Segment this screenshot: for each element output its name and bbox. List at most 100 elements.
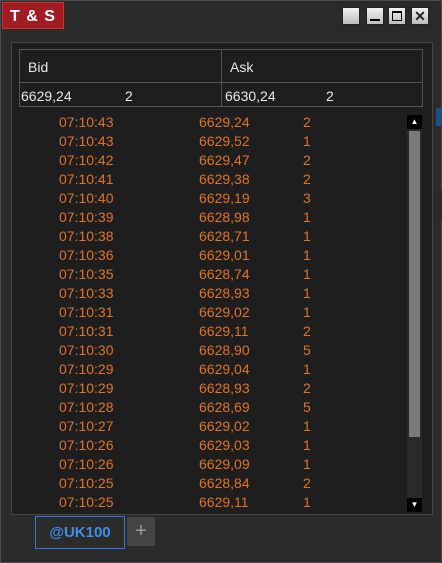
trade-size: 1 [303,494,311,510]
trade-price: 6629,11 [199,494,249,510]
trade-time: 07:10:29 [59,380,114,396]
trade-size: 1 [303,209,311,225]
trade-row[interactable]: 07:10:39 6628,98 1 [19,208,405,227]
trade-row[interactable]: 07:10:31 6629,02 1 [19,303,405,322]
trade-size: 5 [303,399,311,415]
minimize-button[interactable] [366,7,384,25]
trades-list[interactable]: 07:10:43 6629,24 2 07:10:43 6629,52 1 07:10:42… [19,113,405,513]
trade-time: 07:10:42 [59,152,114,168]
scroll-up-icon[interactable]: ▲ [407,115,422,129]
scrollbar-thumb[interactable] [409,131,420,437]
trade-row[interactable]: 07:10:25 6629,11 1 [19,493,405,512]
trade-row[interactable]: 07:10:27 6629,02 1 [19,417,405,436]
add-tab-button[interactable]: + [127,517,155,546]
trade-row[interactable]: 07:10:26 6629,09 1 [19,455,405,474]
trade-size: 2 [303,475,311,491]
trade-price: 6629,02 [199,418,250,434]
trade-price: 6629,04 [199,361,250,377]
trade-row[interactable]: 07:10:29 6629,04 1 [19,360,405,379]
trade-row[interactable]: 07:10:31 6629,11 2 [19,322,405,341]
ask-size: 2 [326,88,334,104]
trade-price: 6628,98 [199,209,250,225]
trade-size: 1 [303,266,311,282]
trade-row[interactable]: 07:10:29 6628,93 2 [19,379,405,398]
trade-size: 1 [303,285,311,301]
trade-price: 6629,47 [199,152,250,168]
trade-time: 07:10:43 [59,114,114,130]
trade-time: 07:10:26 [59,437,114,453]
trade-time: 07:10:41 [59,171,114,187]
trade-row[interactable]: 07:10:35 6628,74 1 [19,265,405,284]
trade-size: 1 [303,304,311,320]
trade-row[interactable]: 07:10:42 6629,47 2 [19,151,405,170]
trade-row[interactable]: 07:10:38 6628,71 1 [19,227,405,246]
trade-size: 1 [303,418,311,434]
trade-size: 2 [303,114,311,130]
trade-row[interactable]: 07:10:33 6628,93 1 [19,284,405,303]
trade-price: 6629,11 [199,323,249,339]
trade-time: 07:10:30 [59,342,114,358]
trade-price: 6628,90 [199,342,250,358]
color-swatch-button[interactable] [342,7,360,25]
trade-time: 07:10:38 [59,228,114,244]
trade-row[interactable]: 07:10:26 6629,03 1 [19,436,405,455]
trade-size: 1 [303,247,311,263]
trade-time: 07:10:36 [59,247,114,263]
trade-row[interactable]: 07:10:25 6628,84 2 [19,474,405,493]
trade-size: 2 [303,171,311,187]
trade-price: 6628,93 [199,285,250,301]
trade-price: 6629,24 [199,114,250,130]
trade-size: 5 [303,342,311,358]
trade-time: 07:10:25 [59,494,114,510]
scroll-down-icon[interactable]: ▼ [407,498,422,512]
divider [20,82,422,83]
time-and-sales-window: T & S ✕ Bid Ask 6629,24 2 6630,24 2 07:1… [0,0,442,563]
trade-time: 07:10:40 [59,190,114,206]
trade-time: 07:10:43 [59,133,114,149]
background-window-edge [436,108,442,126]
trade-row[interactable]: 07:10:43 6629,24 2 [19,113,405,132]
trade-time: 07:10:27 [59,418,114,434]
trade-row[interactable]: 07:10:36 6629,01 1 [19,246,405,265]
trade-price: 6628,69 [199,399,250,415]
trade-size: 1 [303,456,311,472]
trade-time: 07:10:25 [59,475,114,491]
trade-size: 1 [303,133,311,149]
trade-size: 1 [303,437,311,453]
trade-time: 07:10:31 [59,323,114,339]
ts-panel: Bid Ask 6629,24 2 6630,24 2 07:10:43 6629… [11,42,433,515]
title-bar[interactable]: T & S ✕ [1,1,441,31]
trade-price: 6629,09 [199,456,250,472]
trade-price: 6629,03 [199,437,250,453]
vertical-scrollbar[interactable]: ▲ ▼ [407,115,422,512]
trade-row[interactable]: 07:10:40 6629,19 3 [19,189,405,208]
trade-row[interactable]: 07:10:43 6629,52 1 [19,132,405,151]
trade-price: 6628,71 [199,228,250,244]
bid-label: Bid [28,59,49,75]
background-window-edge [436,190,442,220]
bid-size: 2 [125,88,133,104]
trade-row[interactable]: 07:10:28 6628,69 5 [19,398,405,417]
trade-size: 2 [303,380,311,396]
trade-price: 6629,19 [199,190,250,206]
trade-size: 1 [303,228,311,244]
trade-time: 07:10:28 [59,399,114,415]
trade-price: 6629,52 [199,133,250,149]
ask-price: 6630,24 [225,88,276,104]
trade-price: 6628,84 [199,475,250,491]
trade-price: 6628,93 [199,380,250,396]
trade-time: 07:10:29 [59,361,114,377]
close-button[interactable]: ✕ [411,7,429,25]
trade-time: 07:10:35 [59,266,114,282]
trade-time: 07:10:31 [59,304,114,320]
trade-size: 2 [303,152,311,168]
bid-price: 6629,24 [21,88,72,104]
trade-row[interactable]: 07:10:30 6628,90 5 [19,341,405,360]
tab-uk100[interactable]: @UK100 [35,516,125,549]
trade-time: 07:10:26 [59,456,114,472]
trade-size: 2 [303,323,311,339]
trade-size: 3 [303,190,311,206]
maximize-button[interactable] [388,7,406,25]
trade-row[interactable]: 07:10:41 6629,38 2 [19,170,405,189]
ask-label: Ask [230,59,254,75]
